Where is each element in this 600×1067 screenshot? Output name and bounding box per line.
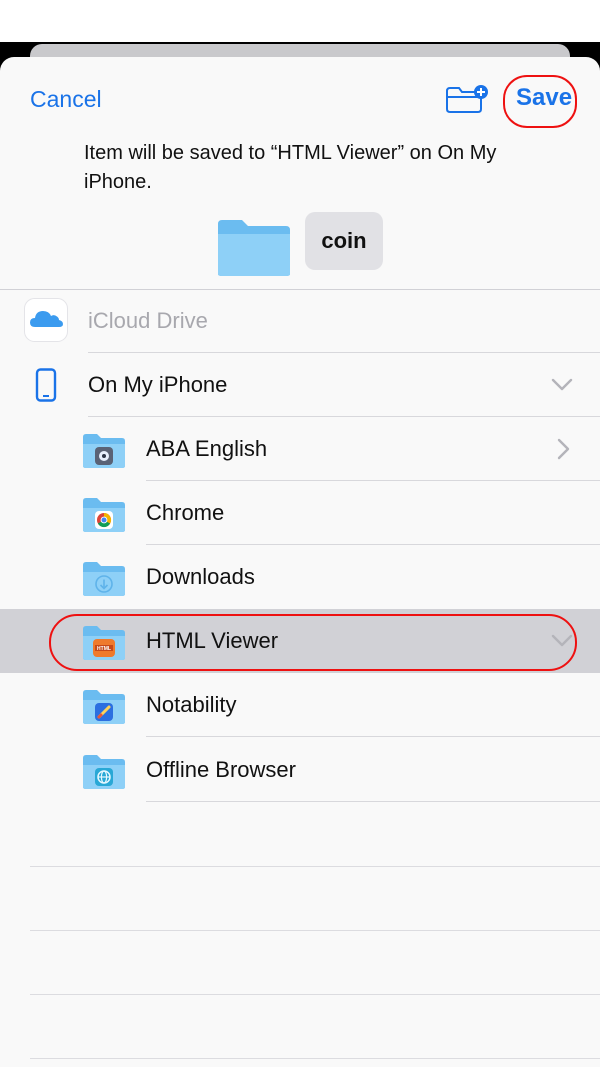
aba-english-app-icon bbox=[83, 434, 125, 468]
folder-label: Notability bbox=[146, 692, 237, 717]
notability-app-icon bbox=[83, 690, 125, 724]
empty-row-line bbox=[30, 930, 600, 931]
selected-folder-highlight bbox=[49, 614, 577, 671]
folder-label: ABA English bbox=[146, 436, 268, 461]
location-label: On My iPhone bbox=[88, 372, 228, 397]
location-row-on-my-iphone[interactable]: On My iPhone bbox=[0, 353, 600, 417]
empty-row-line bbox=[30, 994, 600, 995]
offline-browser-app-icon bbox=[83, 755, 125, 789]
row-separator bbox=[146, 736, 600, 737]
folder-label: Downloads bbox=[146, 564, 255, 589]
chevron-right-icon[interactable] bbox=[556, 438, 570, 460]
file-name-field[interactable]: coin bbox=[305, 212, 383, 270]
file-name: coin bbox=[321, 228, 367, 253]
chrome-app-icon bbox=[83, 498, 125, 532]
folder-row-offline-browser[interactable]: Offline Browser bbox=[0, 738, 600, 802]
chevron-down-icon[interactable] bbox=[551, 378, 573, 392]
folder-icon bbox=[218, 220, 290, 276]
folder-row-chrome[interactable]: Chrome bbox=[0, 481, 600, 545]
download-icon bbox=[83, 562, 125, 596]
folder-label: Offline Browser bbox=[146, 757, 296, 782]
save-destination-message: Item will be saved to “HTML Viewer” on O… bbox=[84, 142, 497, 193]
location-label: iCloud Drive bbox=[88, 308, 208, 333]
save-button-highlight bbox=[503, 75, 577, 128]
row-separator bbox=[146, 801, 600, 802]
folder-label: Chrome bbox=[146, 500, 225, 525]
folder-row-downloads[interactable]: Downloads bbox=[0, 545, 600, 609]
folder-row-aba-english[interactable]: ABA English bbox=[0, 417, 600, 481]
cancel-button[interactable]: Cancel bbox=[30, 86, 102, 113]
icloud-icon bbox=[24, 298, 68, 342]
iphone-icon bbox=[35, 368, 57, 402]
empty-row-line bbox=[30, 866, 600, 867]
status-area bbox=[0, 0, 600, 42]
location-row-icloud-drive[interactable]: iCloud Drive bbox=[0, 289, 600, 353]
folder-row-notability[interactable]: Notability bbox=[0, 673, 600, 737]
empty-row-line bbox=[30, 1058, 600, 1059]
new-folder-icon[interactable] bbox=[445, 84, 489, 114]
